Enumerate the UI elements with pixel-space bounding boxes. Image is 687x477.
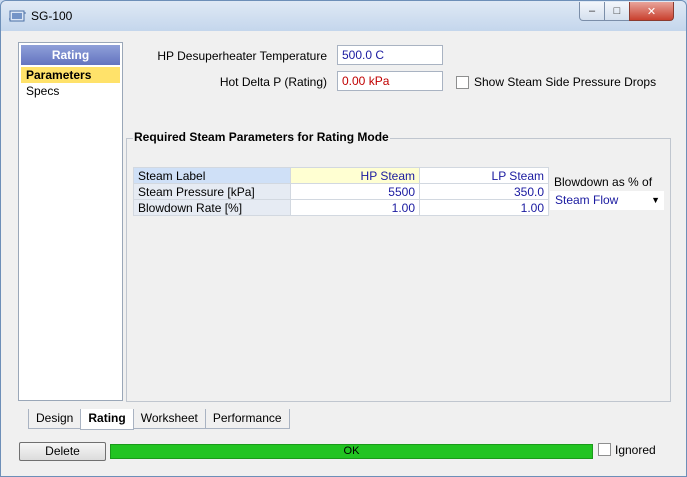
delete-button[interactable]: Delete — [19, 442, 106, 461]
hp-steam-pressure-value: 5500 — [388, 184, 415, 199]
tab-strip: Design Rating Worksheet Performance — [28, 409, 290, 430]
lp-steam-pressure-value: 350.0 — [513, 184, 544, 199]
hot-delta-p-field[interactable]: 0.00 kPa — [337, 71, 443, 91]
steam-parameters-group: Required Steam Parameters for Rating Mod… — [126, 130, 671, 402]
hp-steam-label-cell[interactable]: HP Steam — [290, 167, 420, 184]
lp-steam-pressure-cell[interactable]: 350.0 — [419, 183, 549, 200]
hp-desuperheater-temp-label: HP Desuperheater Temperature — [157, 49, 327, 63]
window-client: Rating Parameters Specs HP Desuperheater… — [8, 31, 680, 471]
maximize-button[interactable]: □ — [604, 2, 630, 21]
table-row: Blowdown Rate [%] 1.00 1.00 — [133, 199, 549, 216]
lp-steam-label-cell[interactable]: LP Steam — [419, 167, 549, 184]
show-steam-side-label: Show Steam Side Pressure Drops — [474, 75, 657, 89]
steam-parameters-table: Steam Label HP Steam LP Steam Steam Pres… — [133, 167, 549, 216]
hp-steam-pressure-cell[interactable]: 5500 — [290, 183, 420, 200]
steam-parameters-title: Required Steam Parameters for Rating Mod… — [133, 130, 390, 144]
tab-performance[interactable]: Performance — [204, 409, 290, 429]
minimize-button[interactable]: – — [579, 2, 605, 21]
row-label-steam-label: Steam Label — [133, 167, 291, 184]
sg100-window: SG-100 – □ ✕ Rating Parameters Specs HP … — [0, 0, 687, 477]
window-title: SG-100 — [31, 9, 73, 23]
hp-steam-label-value: HP Steam — [360, 168, 415, 183]
close-icon: ✕ — [646, 5, 657, 18]
hp-desuperheater-temp-field[interactable]: 500.0 C — [337, 45, 443, 65]
hot-delta-p-label: Hot Delta P (Rating) — [219, 75, 327, 89]
content-panel: HP Desuperheater Temperature 500.0 C Hot… — [126, 42, 671, 402]
ignored-checkbox[interactable] — [598, 443, 611, 456]
dropdown-arrow-icon: ▼ — [651, 195, 660, 205]
row-label-steam-pressure: Steam Pressure [kPa] — [133, 183, 291, 200]
table-row: Steam Label HP Steam LP Steam — [133, 167, 549, 184]
minimize-icon: – — [588, 5, 596, 17]
nav-panel: Rating Parameters Specs — [18, 42, 123, 401]
tab-rating[interactable]: Rating — [80, 409, 134, 430]
table-row: Steam Pressure [kPa] 5500 350.0 — [133, 183, 549, 200]
nav-item-parameters[interactable]: Parameters — [21, 67, 120, 83]
nav-item-specs[interactable]: Specs — [21, 83, 120, 99]
nav-header-rating[interactable]: Rating — [21, 45, 120, 65]
tab-design[interactable]: Design — [28, 409, 82, 429]
ignored-label: Ignored — [615, 443, 656, 457]
close-button[interactable]: ✕ — [629, 2, 674, 21]
status-bar: OK — [110, 444, 593, 459]
row-label-blowdown-rate: Blowdown Rate [%] — [133, 199, 291, 216]
blowdown-basis-dropdown[interactable]: Steam Flow ▼ — [550, 191, 664, 210]
tab-worksheet[interactable]: Worksheet — [132, 409, 206, 429]
lp-steam-label-value: LP Steam — [491, 168, 544, 183]
maximize-icon: □ — [613, 5, 621, 17]
hp-blowdown-rate-value: 1.00 — [391, 200, 415, 215]
lp-blowdown-rate-cell[interactable]: 1.00 — [419, 199, 549, 216]
blowdown-basis-value: Steam Flow — [555, 193, 619, 207]
blowdown-basis-label: Blowdown as % of — [554, 175, 653, 189]
hp-blowdown-rate-cell[interactable]: 1.00 — [290, 199, 420, 216]
title-bar: SG-100 – □ ✕ — [1, 1, 686, 31]
heat-exchanger-icon — [9, 8, 27, 24]
lp-blowdown-rate-value: 1.00 — [520, 200, 544, 215]
show-steam-side-checkbox[interactable] — [456, 76, 469, 89]
bottom-bar: Delete OK Ignored — [8, 430, 680, 471]
